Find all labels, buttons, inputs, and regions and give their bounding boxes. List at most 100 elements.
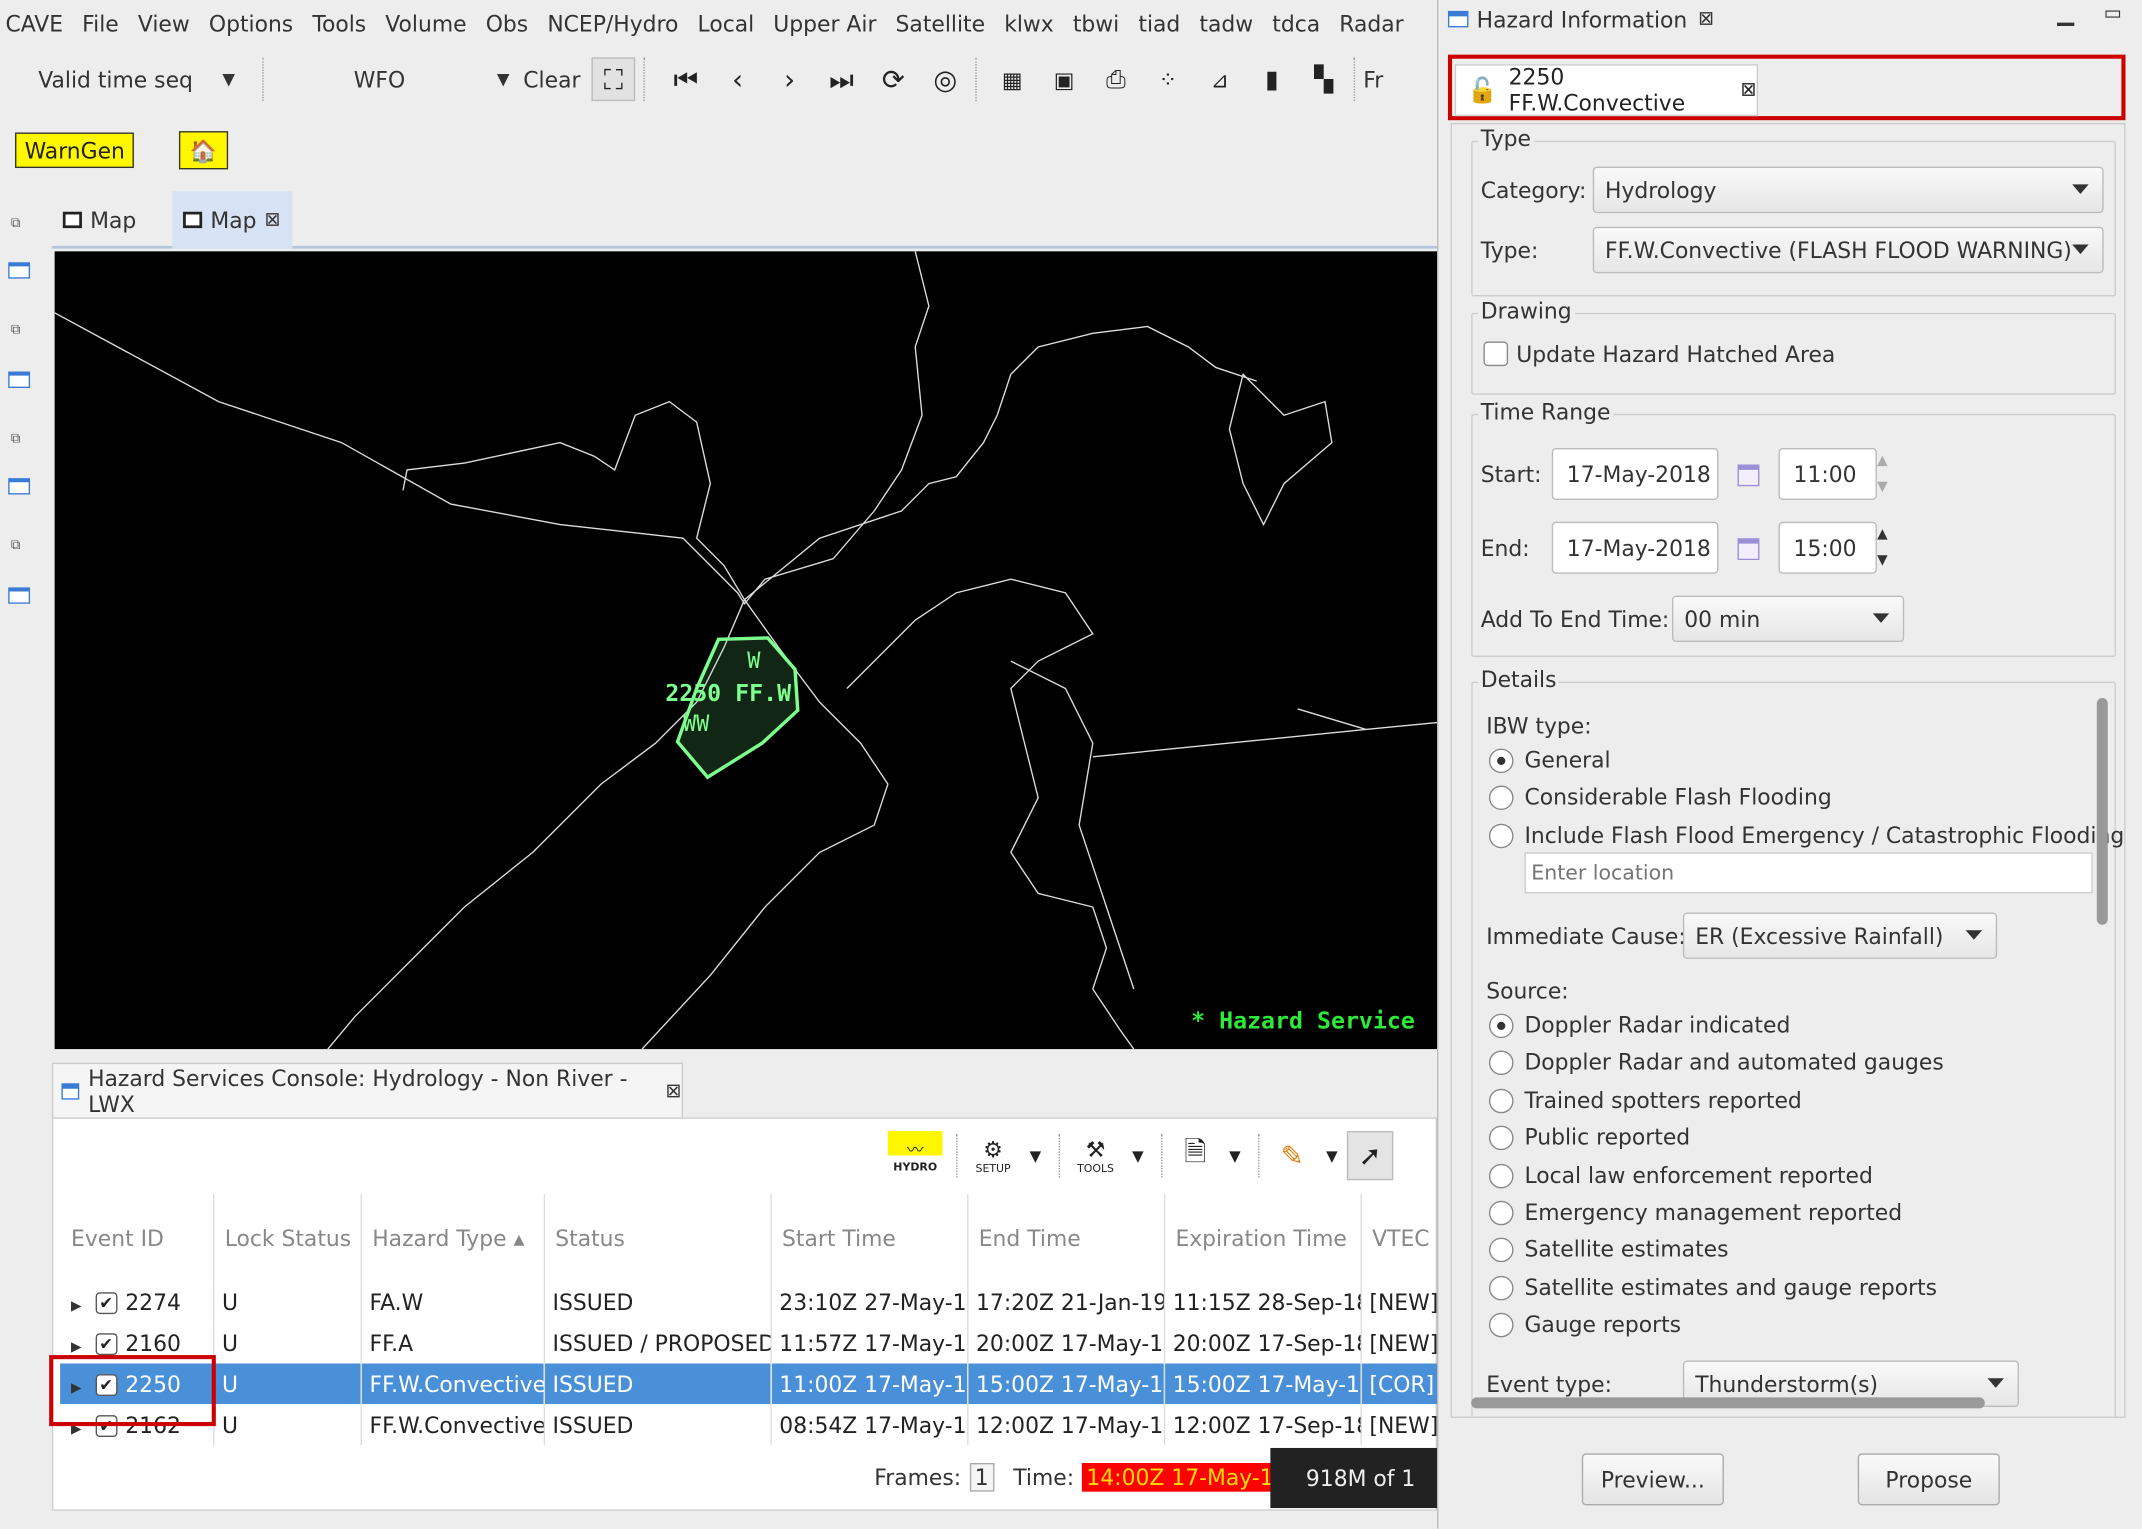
source-radio-7[interactable] — [1488, 1275, 1514, 1301]
spin-up-icon[interactable]: ▲ — [1877, 454, 1888, 469]
menu-obs[interactable]: Obs — [486, 10, 528, 36]
spin-down-icon[interactable]: ▼ — [1877, 553, 1888, 568]
valid-time-dropdown[interactable]: Valid time seq ▼ — [0, 57, 254, 101]
image-properties-icon[interactable]: ▣ — [1042, 57, 1086, 101]
table-row[interactable]: ▶ ✔ 2162 U FF.W.Convective ISSUED 08:54Z 1… — [60, 1404, 1438, 1446]
source-radio-4[interactable] — [1488, 1163, 1514, 1189]
table-row-selected[interactable]: ▶ ✔ 2250 U FF.W.Convective ISSUED 11:00Z 1… — [60, 1363, 1438, 1405]
document-icon[interactable]: 🗎 — [1171, 1131, 1220, 1180]
col-vtec[interactable]: VTEC — [1360, 1193, 1438, 1282]
source-radio-0[interactable] — [1488, 1013, 1514, 1039]
expand-icon[interactable]: ▶ — [71, 1298, 82, 1313]
loop-properties-icon[interactable]: ◎ — [923, 57, 967, 101]
menu-tbwi[interactable]: tbwi — [1073, 10, 1119, 36]
restore-icon[interactable]: ⧉ — [11, 322, 21, 337]
update-hatched-checkbox[interactable] — [1483, 341, 1509, 367]
close-icon[interactable]: ⊠ — [1698, 8, 1714, 30]
warngen-button[interactable]: WarnGen — [15, 132, 135, 169]
chevron-down-icon[interactable]: ▼ — [1128, 1131, 1147, 1180]
menu-klwx[interactable]: klwx — [1004, 10, 1054, 36]
end-time-spinner[interactable]: ▲ ▼ — [1869, 522, 1896, 574]
maximize-icon[interactable]: ▭ — [2104, 3, 2122, 25]
hydro-button[interactable]: 〰 HYDRO — [887, 1131, 943, 1181]
restore-icon[interactable]: ⧉ — [11, 432, 21, 447]
vertical-scrollbar[interactable] — [2096, 698, 2108, 925]
horizontal-scrollbar[interactable] — [1471, 1397, 1985, 1409]
col-start-time[interactable]: Start Time — [770, 1193, 968, 1282]
category-dropdown[interactable]: Hydrology — [1592, 166, 2104, 214]
end-time-field[interactable]: 15:00 — [1778, 521, 1877, 574]
preview-button[interactable]: Preview... — [1581, 1453, 1724, 1506]
end-date-field[interactable]: 17-May-2018 — [1551, 521, 1719, 574]
menu-tools[interactable]: Tools — [312, 10, 366, 36]
last-frame-icon[interactable]: ⏭ — [820, 57, 864, 101]
view-icon[interactable] — [8, 262, 31, 279]
frames-menu-button[interactable]: Fr — [1363, 57, 1390, 101]
menu-satellite[interactable]: Satellite — [896, 10, 986, 36]
hydro-house-icon[interactable]: 🏠 — [178, 131, 229, 170]
calendar-icon[interactable] — [1737, 464, 1760, 487]
add-to-end-time-dropdown[interactable]: 00 min — [1671, 595, 1905, 643]
tab-event-2250[interactable]: 🔓 2250 FF.W.Convective ⊠ — [1454, 64, 1759, 117]
close-icon[interactable]: ⊠ — [666, 1080, 682, 1102]
view-icon[interactable] — [8, 587, 31, 604]
first-frame-icon[interactable]: ⏮ — [664, 57, 708, 101]
tab-map-1[interactable]: Map — [52, 191, 147, 248]
col-event-id[interactable]: Event ID — [60, 1193, 214, 1282]
calendar-icon[interactable] — [1737, 538, 1760, 561]
sample-icon[interactable]: ⁘ — [1146, 57, 1190, 101]
menu-tadw[interactable]: tadw — [1199, 10, 1253, 36]
col-lock-status[interactable]: Lock Status — [213, 1193, 362, 1282]
menu-tiad[interactable]: tiad — [1138, 10, 1180, 36]
restore-icon[interactable]: ⧉ — [11, 216, 21, 231]
chevron-down-icon[interactable]: ▼ — [1322, 1131, 1341, 1180]
tab-map-2[interactable]: Map ⊠ — [172, 191, 293, 249]
menu-file[interactable]: File — [82, 10, 119, 36]
start-time-field[interactable]: 11:00 — [1778, 448, 1877, 500]
source-radio-3[interactable] — [1488, 1125, 1514, 1151]
type-dropdown[interactable]: FF.W.Convective (FLASH FLOOD WARNING) — [1592, 226, 2104, 274]
zoom-fit-icon[interactable]: ⛶ — [591, 57, 636, 102]
tools-button[interactable]: ⚒ TOOLS — [1068, 1131, 1123, 1180]
ibw-general-radio[interactable] — [1488, 748, 1514, 774]
wfo-dropdown[interactable]: WFO ▼ — [272, 57, 518, 101]
menu-tdca[interactable]: tdca — [1272, 10, 1320, 36]
multi-panel-icon[interactable]: ▚ — [1302, 57, 1346, 101]
ibw-emergency-radio[interactable] — [1488, 823, 1514, 849]
setup-button[interactable]: ⚙ SETUP — [966, 1131, 1021, 1180]
menu-local[interactable]: Local — [698, 10, 755, 36]
menu-options[interactable]: Options — [209, 10, 293, 36]
loop-icon[interactable]: ⟳ — [872, 57, 916, 101]
print-icon[interactable]: ⎙ — [1094, 57, 1138, 101]
map-canvas[interactable]: W 2250 FF.W WW * Hazard Service — [54, 251, 1438, 1050]
menu-upper-air[interactable]: Upper Air — [773, 10, 876, 36]
start-time-spinner[interactable]: ▲ ▼ — [1869, 448, 1896, 500]
close-icon[interactable]: ⊠ — [265, 209, 281, 231]
close-icon[interactable]: ⊠ — [1741, 79, 1757, 101]
start-date-field[interactable]: 17-May-2018 — [1551, 448, 1719, 500]
location-input[interactable] — [1524, 852, 2093, 894]
menu-volume[interactable]: Volume — [385, 10, 466, 36]
single-panel-icon[interactable]: ▮ — [1250, 57, 1294, 101]
col-end-time[interactable]: End Time — [967, 1193, 1165, 1282]
menu-cave[interactable]: CAVE — [5, 10, 63, 36]
view-icon[interactable] — [8, 478, 31, 495]
source-radio-5[interactable] — [1488, 1200, 1514, 1226]
row-checkbox[interactable]: ✔ — [95, 1292, 118, 1315]
source-radio-1[interactable] — [1488, 1050, 1514, 1076]
source-radio-2[interactable] — [1488, 1088, 1514, 1114]
menu-view[interactable]: View — [138, 10, 190, 36]
menu-ncep-hydro[interactable]: NCEP/Hydro — [547, 10, 678, 36]
previous-frame-icon[interactable]: ‹ — [716, 57, 760, 101]
expand-icon[interactable]: ▶ — [71, 1339, 82, 1354]
console-tab[interactable]: Hazard Services Console: Hydrology - Non… — [51, 1062, 683, 1118]
clear-button[interactable]: Clear — [518, 57, 586, 101]
spin-up-icon[interactable]: ▲ — [1877, 527, 1888, 542]
menu-radar[interactable]: Radar — [1339, 10, 1403, 36]
ibw-considerable-radio[interactable] — [1488, 785, 1514, 811]
chevron-down-icon[interactable]: ▼ — [1026, 1131, 1045, 1180]
source-radio-6[interactable] — [1488, 1237, 1514, 1263]
pencil-icon[interactable]: ✎ — [1268, 1131, 1317, 1180]
propose-button[interactable]: Propose — [1857, 1453, 2000, 1506]
table-row[interactable]: ▶ ✔ 2160 U FF.A ISSUED / PROPOSED 11:57Z 1… — [60, 1322, 1438, 1364]
